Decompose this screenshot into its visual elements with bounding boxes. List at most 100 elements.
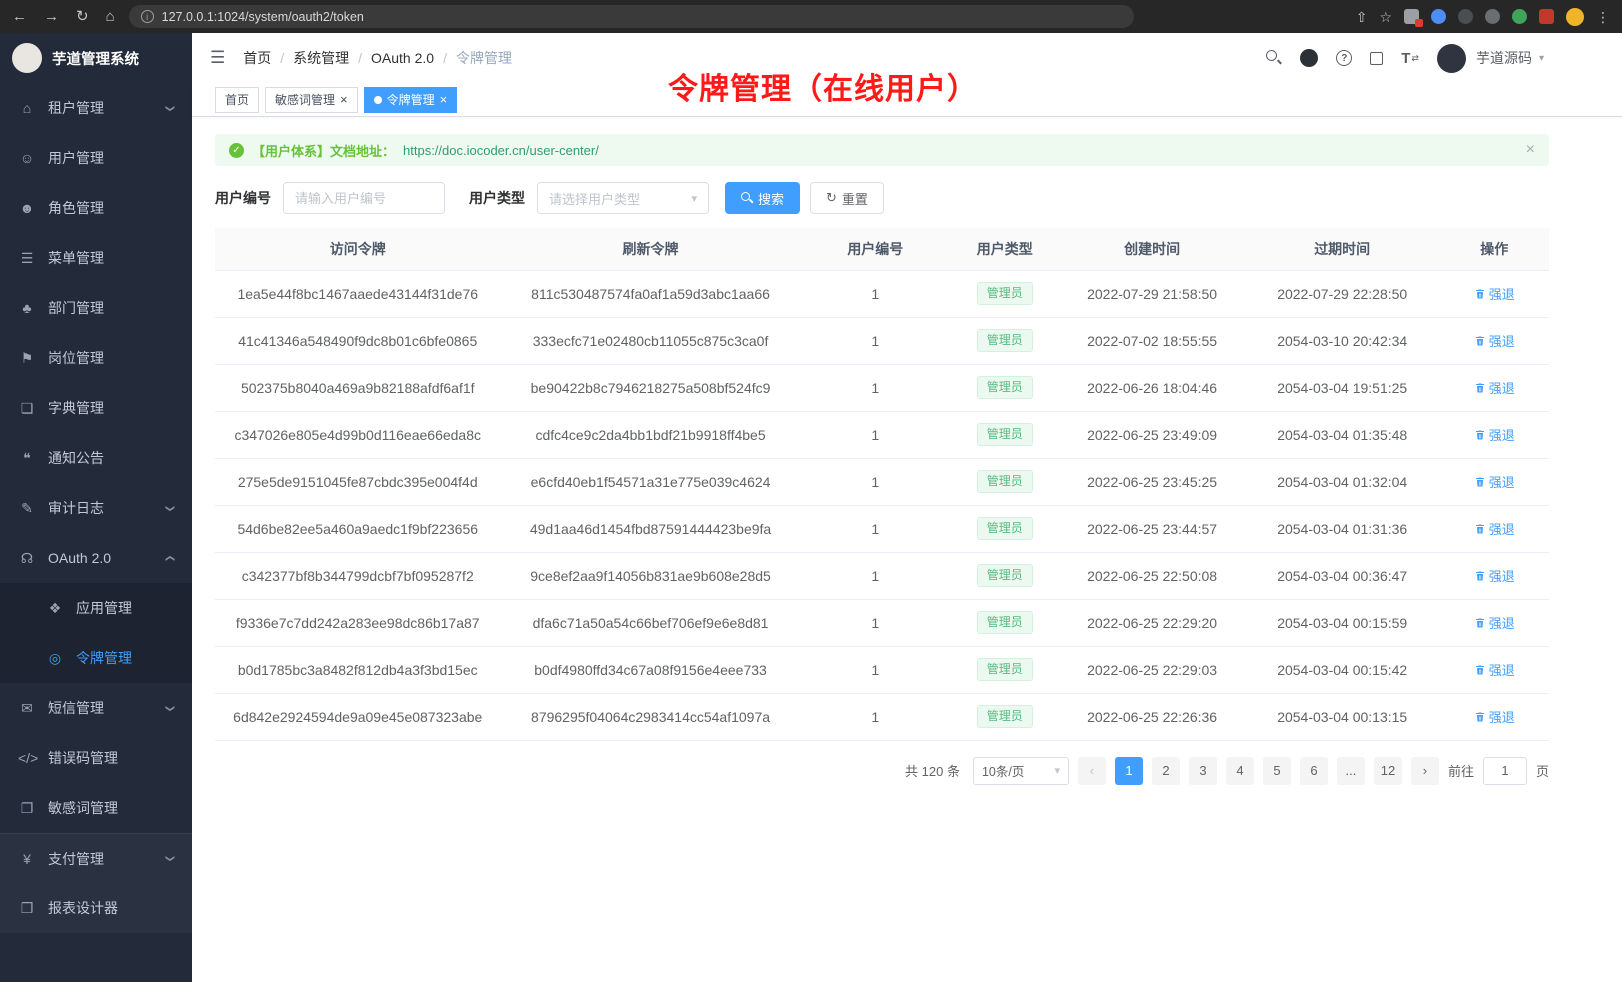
fullscreen-icon[interactable] bbox=[1370, 52, 1383, 65]
sidebar-item-pay[interactable]: ¥支付管理❯ bbox=[0, 833, 192, 883]
home-icon[interactable]: ⌂ bbox=[106, 9, 115, 24]
tab-close-icon[interactable]: × bbox=[340, 93, 348, 106]
tab-token[interactable]: 令牌管理× bbox=[364, 87, 458, 113]
sidebar-item-dict[interactable]: ❏字典管理 bbox=[0, 383, 192, 433]
breadcrumb-separator: / bbox=[443, 50, 447, 66]
force-logout-button[interactable]: 强退 bbox=[1474, 284, 1515, 303]
breadcrumb: 首页/系统管理/OAuth 2.0/令牌管理 bbox=[243, 48, 512, 68]
reset-button[interactable]: ↻ 重置 bbox=[810, 182, 884, 214]
page-button-6[interactable]: 6 bbox=[1300, 757, 1328, 785]
doc-link[interactable]: https://doc.iocoder.cn/user-center/ bbox=[403, 143, 599, 158]
sidebar-item-report[interactable]: ❒报表设计器 bbox=[0, 883, 192, 933]
forward-icon[interactable]: → bbox=[44, 9, 59, 24]
post-icon: ⚑ bbox=[18, 350, 36, 367]
page-more-button[interactable]: ... bbox=[1337, 757, 1365, 785]
force-logout-button[interactable]: 强退 bbox=[1474, 566, 1515, 585]
force-logout-button[interactable]: 强退 bbox=[1474, 707, 1515, 726]
reload-icon[interactable]: ↻ bbox=[76, 9, 89, 24]
created-at-cell: 2022-06-26 18:04:46 bbox=[1059, 364, 1244, 411]
user-type-select[interactable]: 请选择用户类型 ▾ bbox=[537, 182, 709, 214]
page-button-1[interactable]: 1 bbox=[1115, 757, 1143, 785]
reset-icon: ↻ bbox=[826, 190, 837, 206]
page-button-4[interactable]: 4 bbox=[1226, 757, 1254, 785]
user-id-input[interactable] bbox=[283, 182, 445, 214]
sidebar-item-label: 短信管理 bbox=[48, 698, 104, 718]
search-button-label: 搜索 bbox=[758, 189, 784, 208]
force-logout-button[interactable]: 强退 bbox=[1474, 331, 1515, 350]
force-logout-button[interactable]: 强退 bbox=[1474, 472, 1515, 491]
sidebar-item-user[interactable]: ☺用户管理 bbox=[0, 133, 192, 183]
browser-menu-icon[interactable]: ⋮ bbox=[1596, 10, 1610, 24]
created-at-cell: 2022-06-25 22:29:20 bbox=[1059, 599, 1244, 646]
expires-at-cell: 2054-03-04 00:13:15 bbox=[1245, 693, 1440, 740]
force-logout-button[interactable]: 强退 bbox=[1474, 613, 1515, 632]
search-button[interactable]: 搜索 bbox=[725, 182, 800, 214]
force-logout-button[interactable]: 强退 bbox=[1474, 378, 1515, 397]
extension-icon[interactable] bbox=[1458, 9, 1473, 24]
prev-page-button[interactable]: ‹ bbox=[1078, 757, 1106, 785]
audit-log-icon: ✎ bbox=[18, 500, 36, 517]
next-page-button[interactable]: › bbox=[1411, 757, 1439, 785]
refresh-token-cell: cdfc4ce9c2da4bb1bdf21b9918ff4be5 bbox=[500, 411, 800, 458]
extension-icon[interactable] bbox=[1431, 9, 1446, 24]
goto-page-input[interactable] bbox=[1483, 757, 1527, 785]
user-avatar[interactable] bbox=[1437, 44, 1466, 73]
app-logo[interactable]: 芋道管理系统 bbox=[0, 33, 192, 83]
tab-home[interactable]: 首页 bbox=[215, 87, 259, 113]
sidebar-item-notice[interactable]: ❝通知公告 bbox=[0, 433, 192, 483]
help-icon[interactable]: ? bbox=[1336, 50, 1352, 66]
tab-sensitive-word[interactable]: 敏感词管理× bbox=[265, 87, 358, 113]
chevron-down-icon[interactable]: ▾ bbox=[1539, 53, 1544, 64]
header-actions: ? T⇄ 芋道源码 ▾ bbox=[1266, 44, 1544, 73]
page-button-2[interactable]: 2 bbox=[1152, 757, 1180, 785]
sidebar-item-oauth-token[interactable]: ◎令牌管理 bbox=[0, 633, 192, 683]
tab-close-icon[interactable]: × bbox=[440, 93, 448, 106]
table-row: 275e5de9151045fe87cbdc395e004f4de6cfd40e… bbox=[215, 458, 1549, 505]
page-button-12[interactable]: 12 bbox=[1374, 757, 1402, 785]
sidebar-item-sensitive[interactable]: ❐敏感词管理 bbox=[0, 783, 192, 833]
url-bar[interactable]: i 127.0.0.1:1024/system/oauth2/token bbox=[129, 5, 1134, 28]
force-logout-button[interactable]: 强退 bbox=[1474, 660, 1515, 679]
sidebar-item-label: 应用管理 bbox=[76, 598, 132, 618]
force-logout-button[interactable]: 强退 bbox=[1474, 519, 1515, 538]
sidebar-item-menu[interactable]: ☰菜单管理 bbox=[0, 233, 192, 283]
sidebar-item-sms[interactable]: ✉短信管理❯ bbox=[0, 683, 192, 733]
user-id-cell: 1 bbox=[801, 411, 950, 458]
alert-close-icon[interactable]: × bbox=[1526, 141, 1535, 159]
sidebar-item-errcode[interactable]: </>错误码管理 bbox=[0, 733, 192, 783]
force-logout-label: 强退 bbox=[1489, 566, 1515, 585]
extension-icon[interactable] bbox=[1404, 9, 1419, 24]
expires-at-cell: 2022-07-29 22:28:50 bbox=[1245, 270, 1440, 317]
sidebar-item-audit[interactable]: ✎审计日志❯ bbox=[0, 483, 192, 533]
breadcrumb-item[interactable]: OAuth 2.0 bbox=[371, 50, 434, 66]
sidebar-item-post[interactable]: ⚑岗位管理 bbox=[0, 333, 192, 383]
hamburger-icon[interactable]: ☰ bbox=[210, 48, 225, 68]
share-icon[interactable]: ⇧ bbox=[1356, 10, 1368, 24]
page-button-5[interactable]: 5 bbox=[1263, 757, 1291, 785]
github-icon[interactable] bbox=[1300, 49, 1318, 67]
browser-profile-avatar[interactable] bbox=[1566, 8, 1584, 26]
sidebar-item-tenant[interactable]: ⌂租户管理❯ bbox=[0, 83, 192, 133]
sidebar-item-role[interactable]: ☻角色管理 bbox=[0, 183, 192, 233]
chevron-down-icon: ❯ bbox=[165, 855, 176, 863]
breadcrumb-item[interactable]: 首页 bbox=[243, 48, 271, 68]
username[interactable]: 芋道源码 bbox=[1476, 48, 1532, 68]
font-size-icon[interactable]: T⇄ bbox=[1401, 50, 1419, 67]
extension-icon[interactable] bbox=[1485, 9, 1500, 24]
force-logout-button[interactable]: 强退 bbox=[1474, 425, 1515, 444]
sidebar-item-dept[interactable]: ♣部门管理 bbox=[0, 283, 192, 333]
extension-icon[interactable] bbox=[1512, 9, 1527, 24]
page-info-icon[interactable]: i bbox=[141, 10, 154, 23]
breadcrumb-item[interactable]: 系统管理 bbox=[293, 48, 349, 68]
page-buttons: 123456...12 bbox=[1115, 757, 1402, 785]
sidebar-item-label: 角色管理 bbox=[48, 198, 104, 218]
page-size-select[interactable]: 10条/页 ▾ bbox=[973, 757, 1069, 785]
delete-icon bbox=[1474, 617, 1486, 629]
sidebar-item-oauth-app[interactable]: ❖应用管理 bbox=[0, 583, 192, 633]
bookmark-star-icon[interactable]: ☆ bbox=[1379, 10, 1392, 24]
search-icon[interactable] bbox=[1266, 50, 1282, 66]
sidebar-item-oauth[interactable]: ☊OAuth 2.0❯ bbox=[0, 533, 192, 583]
page-button-3[interactable]: 3 bbox=[1189, 757, 1217, 785]
extension-icon[interactable] bbox=[1539, 9, 1554, 24]
back-icon[interactable]: ← bbox=[12, 9, 27, 24]
